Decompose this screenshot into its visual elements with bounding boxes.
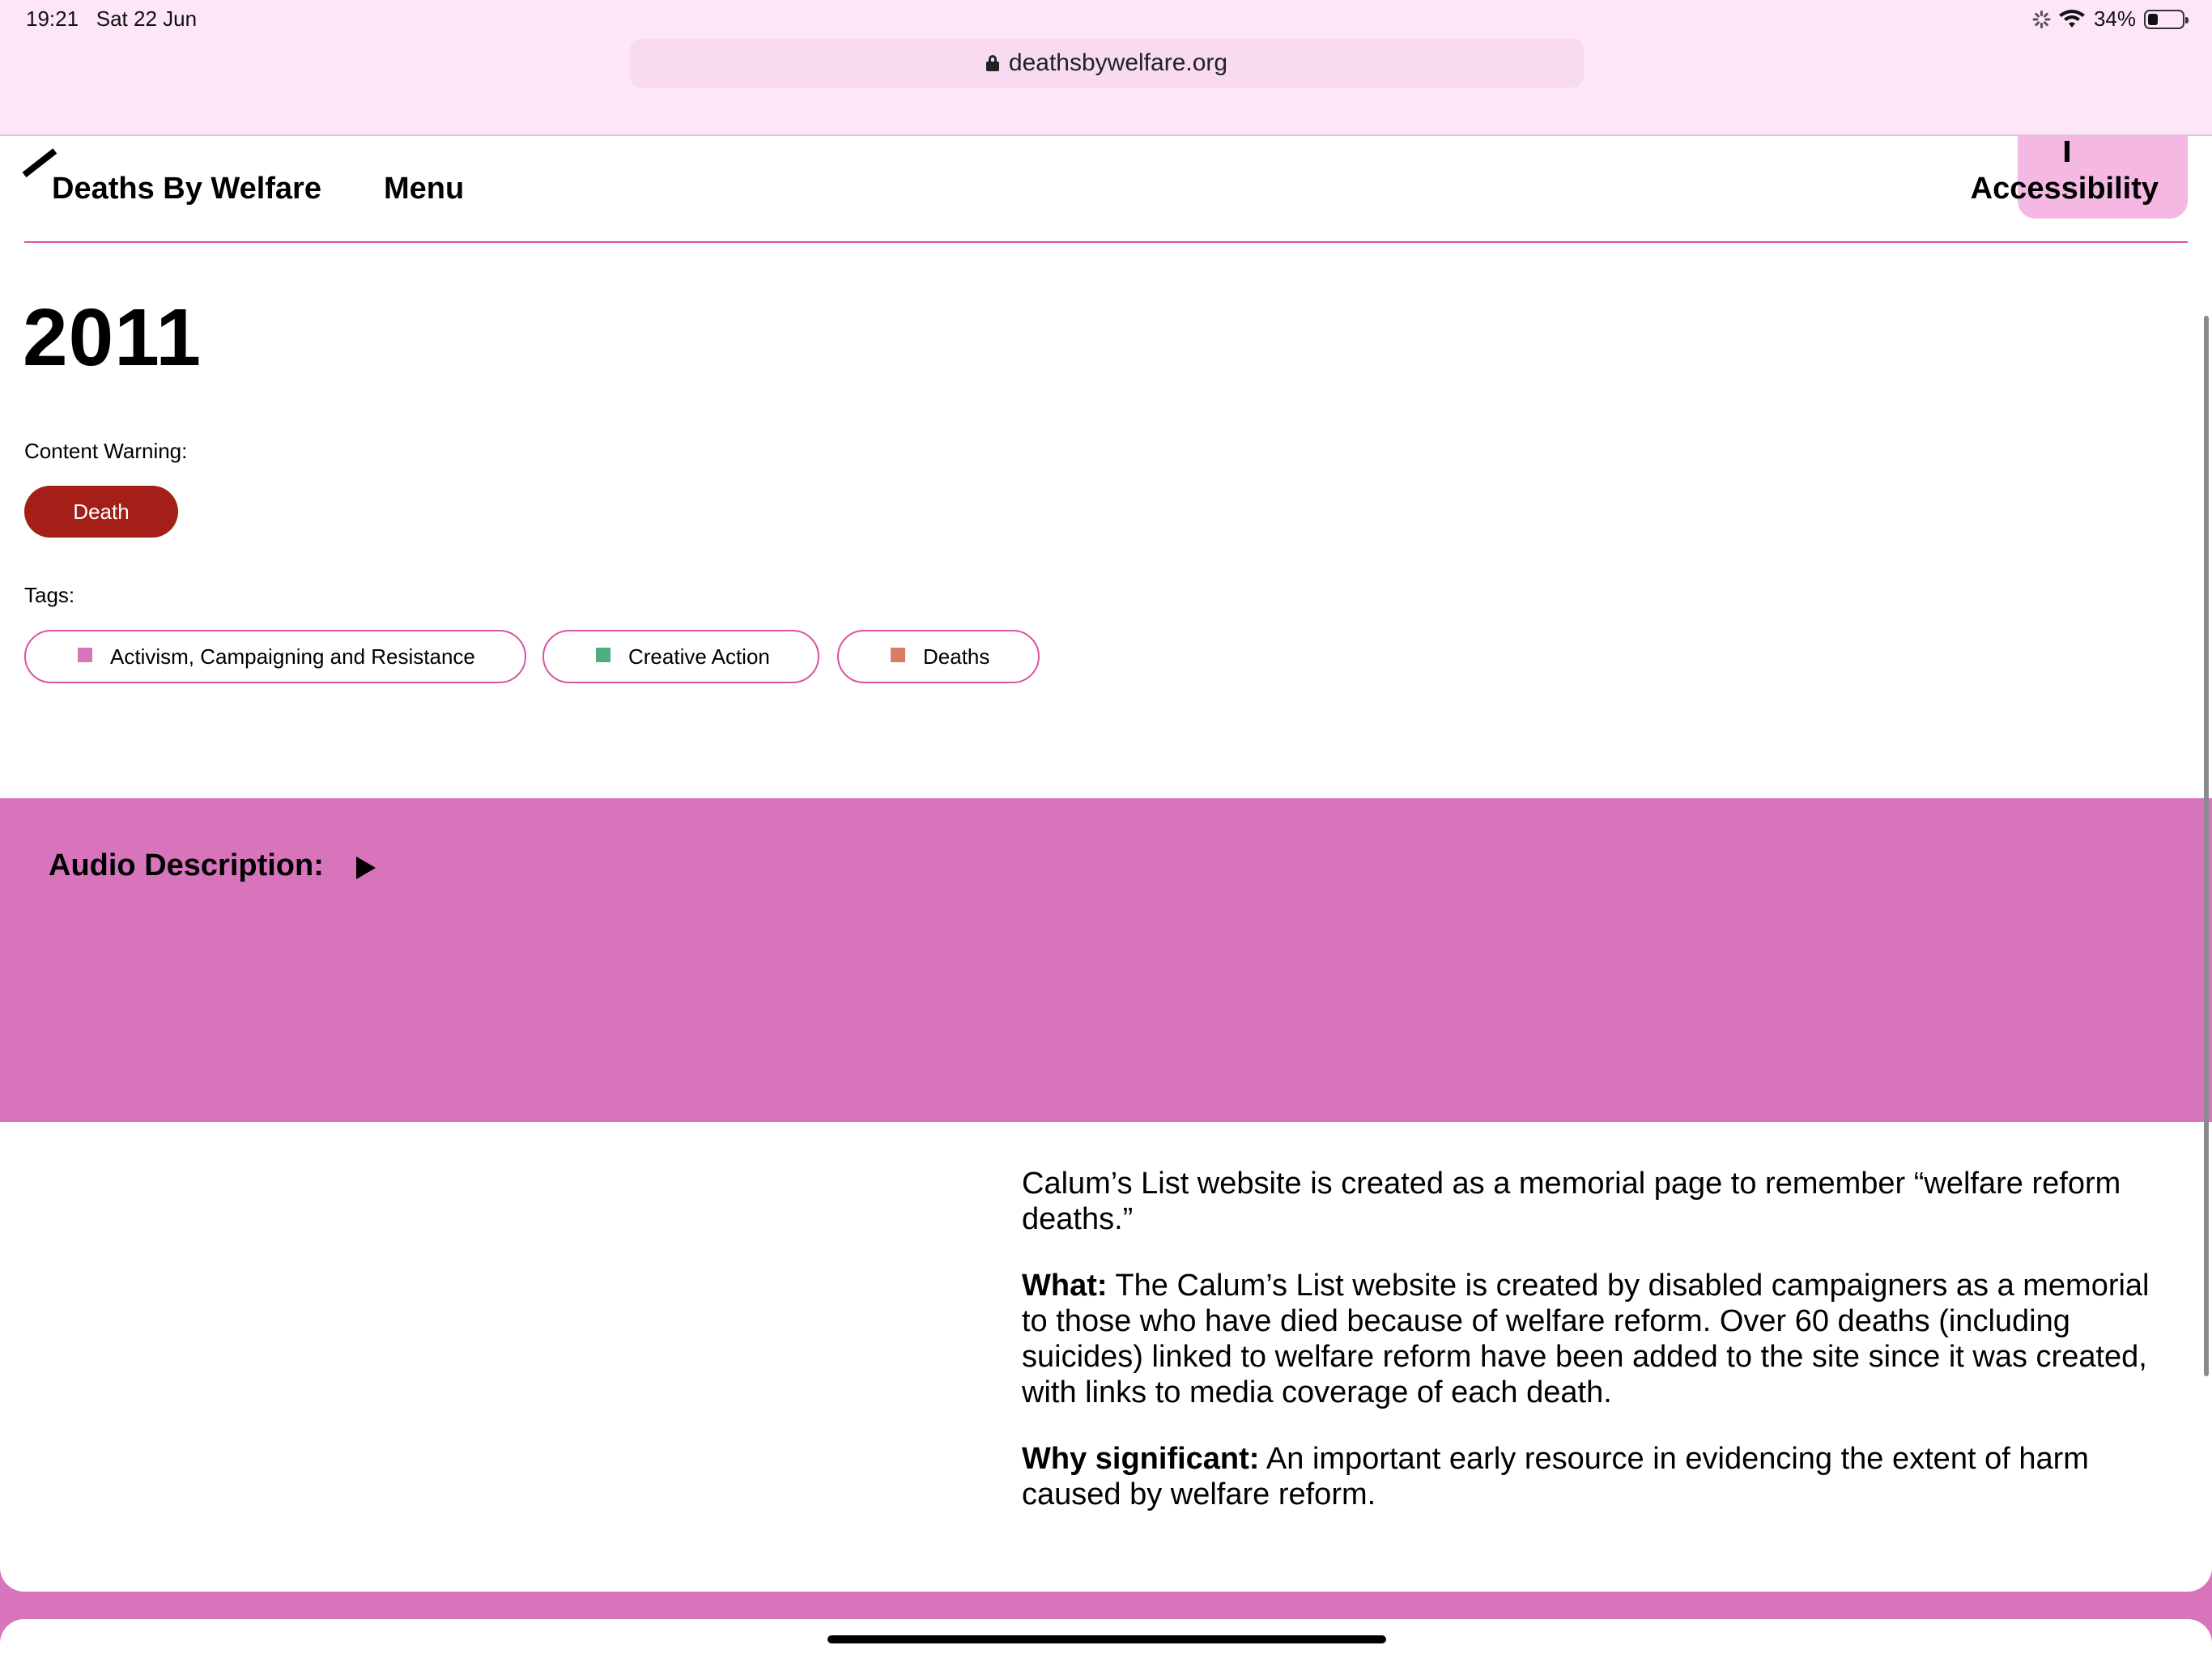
status-icons: 34% (2032, 6, 2189, 32)
tag-label: Deaths (923, 644, 990, 669)
tag-color-square (78, 648, 92, 662)
address-bar[interactable]: deathsbywelfare.org (630, 39, 1584, 87)
content-bottom-edge (0, 1567, 2212, 1592)
footer-band (0, 1567, 2212, 1658)
content-warning-label: Content Warning: (24, 439, 188, 463)
tag-deaths[interactable]: Deaths (837, 630, 1040, 683)
content-warning-badge[interactable]: Death (24, 486, 178, 538)
tag-color-square (891, 648, 905, 662)
browser-chrome: 19:21 Sat 22 Jun 34% deathsbywelfare.org (0, 0, 2212, 136)
home-indicator[interactable] (827, 1635, 1386, 1643)
article-why: Why significant: An important early reso… (1022, 1441, 2172, 1512)
accessibility-button[interactable]: Accessibility (1971, 172, 2159, 206)
tag-label: Creative Action (628, 644, 770, 669)
why-label: Why significant: (1022, 1442, 1260, 1476)
activity-spinner-icon (2032, 10, 2051, 28)
status-time: 19:21 Sat 22 Jun (26, 6, 197, 32)
lock-icon (985, 55, 999, 71)
article-intro: Calum’s List website is created as a mem… (1022, 1167, 2121, 1236)
tab-marker (2065, 141, 2069, 162)
what-text: The Calum’s List website is created by d… (1022, 1269, 2150, 1409)
tag-creative-action[interactable]: Creative Action (542, 630, 819, 683)
brand-link[interactable]: Deaths By Welfare (52, 172, 321, 206)
audio-description-label: Audio Description: (49, 848, 324, 882)
play-icon[interactable] (356, 857, 376, 879)
article-body: Calum’s List website is created as a mem… (1022, 1166, 2172, 1543)
wifi-icon (2058, 9, 2085, 28)
what-label: What: (1022, 1269, 1108, 1303)
tags-label: Tags: (24, 583, 75, 607)
url-text: deathsbywelfare.org (1008, 49, 1228, 76)
scrollbar[interactable] (2204, 316, 2209, 1376)
audio-description-section: Audio Description: (0, 798, 2212, 1122)
battery-icon (2144, 9, 2189, 29)
menu-button[interactable]: Menu (384, 172, 464, 206)
tag-color-square (596, 648, 610, 662)
date-text: Sat 22 Jun (96, 6, 198, 31)
page-title: 2011 (23, 292, 202, 383)
tag-activism[interactable]: Activism, Campaigning and Resistance (24, 630, 526, 683)
article-what: What: The Calum’s List website is create… (1022, 1268, 2172, 1410)
tag-label: Activism, Campaigning and Resistance (110, 644, 475, 669)
time-text: 19:21 (26, 6, 79, 31)
battery-percent: 34% (2093, 6, 2136, 31)
site-header: Deaths By Welfare Menu Accessibility (22, 136, 2188, 243)
